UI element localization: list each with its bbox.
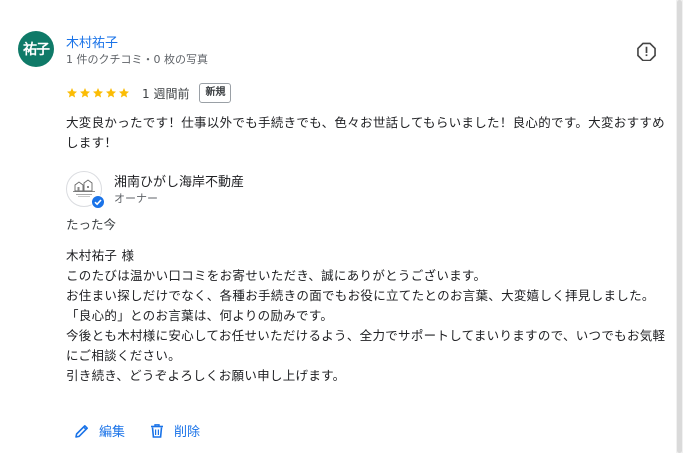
scrollbar-track[interactable] <box>676 0 683 453</box>
pencil-icon <box>75 424 88 438</box>
reply-line: 「良心的」とのお言葉は、何よりの励みです。 <box>66 308 334 323</box>
reply-actions: 編集 削除 <box>74 421 200 440</box>
report-button[interactable] <box>636 41 656 61</box>
edit-label: 編集 <box>99 425 126 440</box>
reply-line: このたびは温かい口コミをお寄せいただき、誠にありがとうございます。 <box>66 268 487 283</box>
owner-logo <box>66 171 105 209</box>
report-icon <box>636 42 656 61</box>
review-date: 1 週間前 <box>142 86 190 101</box>
reply-line: 引き続き、どうぞよろしくお願い申し上げます。 <box>66 368 346 383</box>
owner-name: 湘南ひがし海岸不動産 <box>114 175 245 190</box>
star-icon <box>119 88 129 98</box>
review-text: 大変良かったです！仕事以外でも手続きでも、色々お世話してもらいました！良心的です… <box>66 115 665 150</box>
star-icon <box>80 88 90 98</box>
owner-reply: 木村祐子 様 このたびは温かい口コミをお寄せいただき、誠にありがとうございます。… <box>66 246 666 386</box>
star-icon <box>93 88 103 98</box>
reviewer-name[interactable]: 木村祐子 <box>66 32 118 51</box>
delete-button[interactable]: 削除 <box>149 421 200 440</box>
star-rating <box>66 87 130 99</box>
delete-label: 削除 <box>174 425 201 440</box>
owner-role: オーナー <box>114 192 158 205</box>
verified-check-icon <box>91 195 105 209</box>
reply-time: たった今 <box>66 217 117 232</box>
scrollbar-thumb[interactable] <box>677 0 682 453</box>
trash-icon <box>151 423 164 438</box>
reviewer-avatar[interactable]: 祐子 <box>18 31 54 67</box>
new-badge: 新規 <box>199 83 232 103</box>
star-icon <box>67 88 77 98</box>
reviewer-meta: 1 件のクチコミ・0 枚の写真 <box>66 53 208 66</box>
reply-line: 今後とも木村様に安心してお任せいただけるよう、全力でサポートしてまいりますので、… <box>66 328 666 363</box>
rating-row: 1 週間前 新規 <box>66 81 232 105</box>
edit-button[interactable]: 編集 <box>74 421 125 440</box>
reply-line: お住まい探しだけでなく、各種お手続きの面でもお役に立てたとのお言葉、大変嬉しく拝… <box>66 288 655 303</box>
reply-line: 木村祐子 様 <box>66 248 135 263</box>
star-icon <box>106 88 116 98</box>
